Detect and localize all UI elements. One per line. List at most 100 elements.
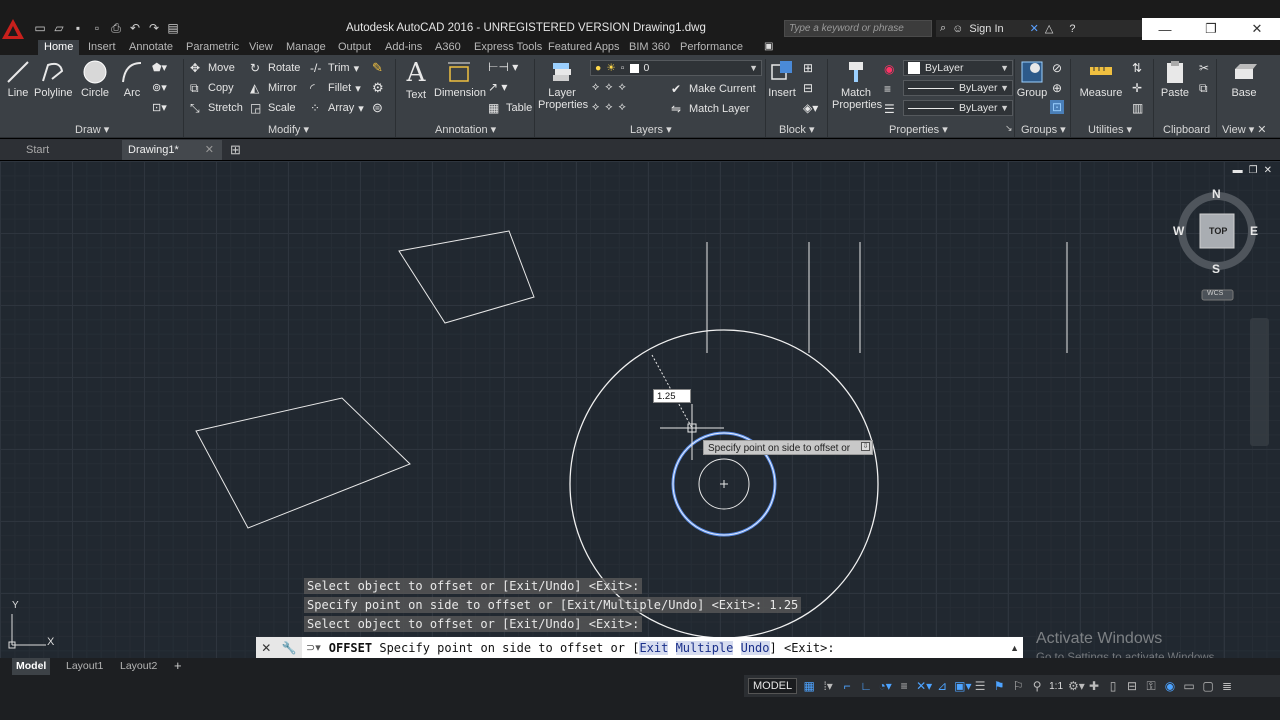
quick-properties-icon[interactable]: ⊟ [1125,679,1139,693]
binoculars-icon[interactable]: ⌕ [940,22,946,35]
units-icon[interactable]: ▯ [1106,679,1120,693]
color-dropdown[interactable]: ByLayer ▼ [903,60,1013,76]
dynamic-input-field[interactable]: 1.25 [653,389,691,403]
group-button[interactable]: Group [1016,59,1048,99]
lock-ui-icon[interactable]: ⚿ [1144,679,1158,693]
redo-icon[interactable]: ↷ [146,20,162,36]
modify-panel-title[interactable]: Modify ▾ [268,123,309,138]
move-button[interactable]: ✥ Move [190,59,235,77]
object-snap-tracking-icon[interactable]: ✕▾ [916,679,932,693]
plot-icon[interactable]: ⎙ [108,20,124,36]
new-tab-icon[interactable]: ⊞ [230,142,241,158]
groups-panel-title[interactable]: Groups ▾ [1021,123,1066,138]
linear-dim-icon[interactable]: ⊢⊣ ▾ [488,60,518,74]
tab-bim-360[interactable]: BIM 360 [629,40,670,55]
tab-layout1[interactable]: Layout1 [62,658,107,675]
array-button[interactable]: ⁘ Array ▾ [310,99,364,117]
tab-parametric[interactable]: Parametric [186,40,239,55]
exchange-icon[interactable]: ✕ [1030,22,1039,35]
polyline-button[interactable]: Polyline [34,59,73,99]
calculator-icon[interactable]: ▥ [1132,101,1143,115]
annotation-panel-title[interactable]: Annotation ▾ [435,123,496,138]
option-exit[interactable]: Exit [639,640,669,655]
layer-tools-row-2[interactable]: ⟡⟡⟡ [592,101,632,114]
recent-commands-icon[interactable]: ⊃▾ [302,641,321,654]
isolate-objects-icon[interactable]: ◉ [1163,679,1177,693]
lineweight-dropdown[interactable]: ByLayer ▼ [903,100,1013,116]
table-button[interactable]: ▦ Table [488,99,532,117]
close-command-line-icon[interactable]: ✕ [261,641,271,655]
ortho-icon[interactable]: ∟ [859,679,873,693]
view-panel-title[interactable]: View ▾ ✕ [1222,123,1267,138]
text-button[interactable]: A Text [402,59,430,101]
erase-icon[interactable]: ✎ [372,60,383,76]
paste-button[interactable]: Paste [1158,59,1192,99]
tab-manage[interactable]: Manage [286,40,326,55]
help-icon[interactable]: ? [1069,23,1075,35]
customization-menu-icon[interactable]: ≣ [1220,679,1234,693]
line-button[interactable]: Line [4,59,32,99]
arc-button[interactable]: Arc [118,59,146,99]
dialog-launcher-icon[interactable]: ↘ [1005,123,1013,134]
explode-icon[interactable]: ⚙ [372,80,384,96]
cut-icon[interactable]: ✂ [1199,61,1209,75]
clipboard-panel-title[interactable]: Clipboard [1163,123,1210,138]
minimize-icon[interactable]: — [1150,22,1180,37]
option-multiple[interactable]: Multiple [675,640,734,655]
block-panel-title[interactable]: Block ▾ [779,123,814,138]
measure-button[interactable]: Measure [1078,59,1124,99]
navigation-bar[interactable] [1250,318,1269,446]
circle-button[interactable]: Circle [80,59,110,99]
isodraft-icon[interactable]: ≡ [897,679,911,693]
compass-north[interactable]: N [1212,187,1221,201]
ribbon-minimize-icon[interactable]: ▣ [764,41,773,52]
autocad-logo-icon[interactable] [0,17,26,41]
group-selection-icon[interactable]: ⊡ [1050,100,1065,114]
insert-button[interactable]: Insert [766,59,798,99]
trim-button[interactable]: -/- Trim ▾ [310,59,359,77]
tab-insert[interactable]: Insert [88,40,116,55]
viewport-close-icon[interactable]: ✕ [1264,165,1272,176]
customize-icon[interactable]: 🔧 [282,641,297,655]
leader-icon[interactable]: ↗ ▾ [488,80,507,94]
block-attributes-icon[interactable]: ◈▾ [803,101,818,115]
annotation-visibility-icon[interactable]: ⚑ [992,679,1006,693]
save-as-icon[interactable]: ▫ [89,20,105,36]
tab-start[interactable]: Start [26,140,49,160]
layer-tools-row-1[interactable]: ⟡⟡⟡ [592,81,632,94]
tab-layout2[interactable]: Layout2 [116,658,161,675]
region-icon[interactable]: ⊡▾ [152,101,167,114]
workspace-icon[interactable]: ▤ [165,20,181,36]
snap-icon[interactable]: ⁞▾ [821,679,835,693]
tab-home[interactable]: Home [38,40,80,55]
compass-south[interactable]: S [1212,262,1220,276]
annotation-scale-icon[interactable]: ⚲ [1030,679,1044,693]
a360-icon[interactable]: △ [1045,22,1053,35]
tab-add-ins[interactable]: Add-ins [385,40,422,55]
undo-icon[interactable]: ↶ [127,20,143,36]
grid-icon[interactable]: ▦ [802,679,816,693]
save-icon[interactable]: ▪ [70,20,86,36]
new-file-icon[interactable]: ▭ [32,20,48,36]
object-snap-icon[interactable]: ⊿ [935,679,949,693]
make-current-button[interactable]: ✔ Make Current [671,80,756,98]
base-button[interactable]: Base [1226,59,1262,99]
help-search-input[interactable]: Type a keyword or phrase [784,20,932,37]
layer-dropdown[interactable]: ● ☀ ▫ 0 ▼ [590,60,762,76]
polar-icon[interactable]: ◔▾ [878,679,892,693]
tab-annotate[interactable]: Annotate [129,40,173,55]
2d-snap-icon[interactable]: ▣▾ [954,679,971,693]
dimension-button[interactable]: Dimension [434,59,486,99]
tooltip-options-icon[interactable]: ⇩ [861,442,870,451]
tab-a360[interactable]: A360 [435,40,461,55]
command-prompt[interactable]: OFFSET Specify point on side to offset o… [321,640,835,655]
scale-button[interactable]: ◲ Scale [250,99,296,117]
id-point-icon[interactable]: ✛ [1132,81,1142,95]
tab-featured-apps[interactable]: Featured Apps [548,40,620,55]
open-file-icon[interactable]: ▱ [51,20,67,36]
group-edit-icon[interactable]: ⊕ [1052,81,1062,95]
tab-express-tools[interactable]: Express Tools [474,40,542,55]
compass-east[interactable]: E [1250,224,1258,238]
sign-in-button[interactable]: Sign In [969,23,1003,35]
close-tab-icon[interactable]: ✕ [205,140,214,160]
